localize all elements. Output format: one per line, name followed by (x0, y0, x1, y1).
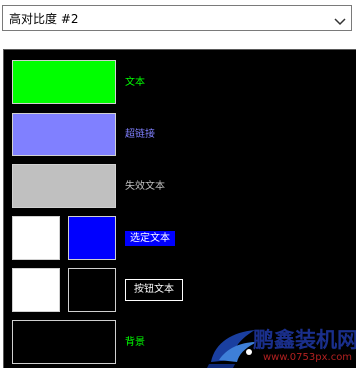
disabled-text-label: 失效文本 (125, 181, 165, 192)
hyperlink-color-swatch[interactable] (12, 113, 116, 156)
background-color-swatch[interactable] (12, 320, 116, 364)
text-color-swatch[interactable] (12, 60, 116, 104)
theme-dropdown[interactable]: 高对比度 #2 (2, 5, 352, 31)
high-contrast-settings: 高对比度 #2 文本 超链接 失效文本 选定文本 按钮文本 背景 鹏鑫装机网 w… (0, 0, 356, 368)
selected-text-label: 选定文本 (125, 231, 175, 246)
theme-dropdown-value: 高对比度 #2 (9, 12, 79, 26)
button-text-foreground-swatch[interactable] (68, 268, 116, 312)
background-label: 背景 (125, 337, 145, 348)
chevron-down-icon[interactable] (333, 12, 347, 26)
disabled-text-color-swatch[interactable] (12, 164, 116, 208)
selected-text-background-swatch[interactable] (12, 216, 60, 260)
watermark-url: www.0753px.com (263, 352, 353, 363)
hyperlink-label: 超链接 (125, 129, 155, 140)
watermark-title: 鹏鑫装机网 (253, 328, 356, 352)
selected-text-foreground-swatch[interactable] (68, 216, 116, 260)
text-label: 文本 (125, 77, 145, 88)
button-text-background-swatch[interactable] (12, 268, 60, 312)
color-preview-panel: 文本 超链接 失效文本 选定文本 按钮文本 背景 (3, 49, 356, 368)
button-text-label: 按钮文本 (125, 279, 183, 301)
watermark: 鹏鑫装机网 www.0753px.com (205, 322, 356, 368)
